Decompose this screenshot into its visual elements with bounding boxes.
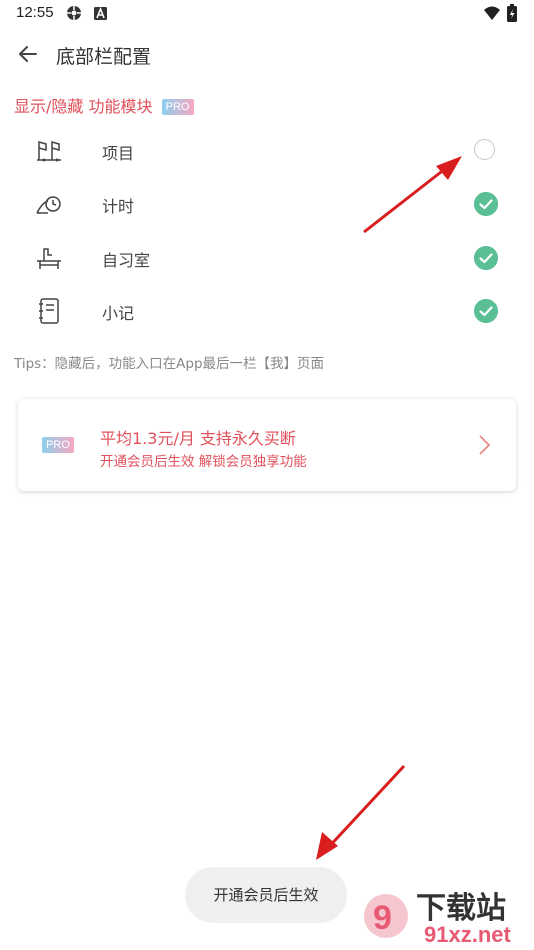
checked-circle-icon[interactable] (474, 192, 498, 216)
module-row-timer[interactable]: 计时 (0, 177, 534, 230)
flag-project-icon (37, 141, 61, 162)
battery-charging-icon (507, 4, 517, 22)
svg-text:下载站: 下载站 (416, 891, 506, 926)
svg-text:9: 9 (373, 899, 392, 937)
module-row-project[interactable]: 项目 (0, 124, 534, 177)
checked-circle-icon[interactable] (474, 299, 498, 323)
tips-text: Tips：隐藏后，功能入口在App最后一栏【我】页面 (14, 356, 325, 372)
status-bar: 12:55 (0, 0, 534, 28)
annotation-arrow-icon (316, 764, 406, 860)
study-desk-icon (37, 248, 61, 269)
site-watermark-logo: 9 下载站 91xz.net (364, 891, 511, 947)
wifi-icon (484, 6, 500, 20)
toast-message: 开通会员后生效 (185, 867, 347, 923)
module-label: 自习室 (102, 251, 151, 270)
membership-promo-card[interactable]: PRO 平均1.3元/月 支持永久买断 开通会员后生效 解锁会员独享功能 (18, 399, 516, 491)
pro-badge: PRO (42, 437, 74, 453)
module-label: 小记 (102, 304, 135, 323)
unchecked-circle-icon[interactable] (474, 139, 495, 160)
status-time: 12:55 (16, 4, 54, 21)
module-label: 项目 (102, 144, 135, 163)
promo-main-text: 平均1.3元/月 支持永久买断 (100, 429, 296, 448)
a-badge-icon (94, 7, 107, 20)
module-row-notes[interactable]: 小记 (0, 284, 534, 337)
page-title: 底部栏配置 (56, 46, 152, 68)
chevron-right-icon (479, 435, 491, 455)
promo-sub-text: 开通会员后生效 解锁会员独享功能 (100, 454, 307, 470)
section-title: 显示/隐藏 功能模块 PRO (14, 93, 194, 117)
module-row-study-room[interactable]: 自习室 (0, 231, 534, 284)
hand-timer-icon (36, 196, 61, 214)
svg-text:91xz.net: 91xz.net (424, 922, 511, 947)
pro-badge: PRO (161, 99, 194, 115)
module-label: 计时 (102, 197, 135, 216)
arrow-left-icon[interactable] (14, 40, 42, 68)
settings-sync-icon (67, 6, 81, 20)
checked-circle-icon[interactable] (474, 246, 498, 270)
notebook-icon (39, 298, 59, 324)
section-title-text: 显示/隐藏 功能模块 (14, 97, 153, 116)
